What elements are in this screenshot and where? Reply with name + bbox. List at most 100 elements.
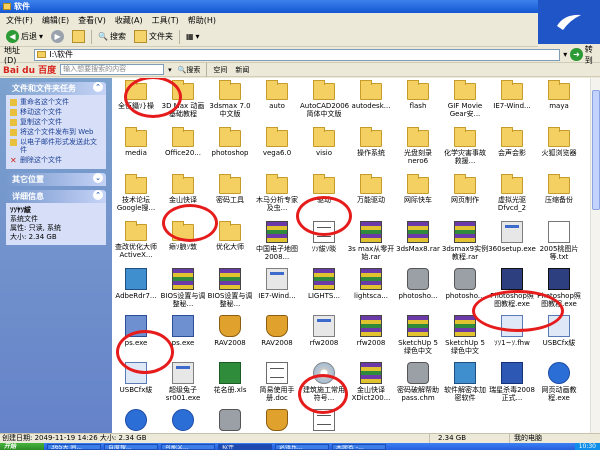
file-item[interactable]: Office20... — [159, 127, 207, 157]
taskbar-button[interactable]: 可能文... — [161, 443, 215, 450]
file-item[interactable]: AdbeRdr7... — [112, 268, 160, 300]
file-item[interactable]: 密码工具 — [206, 174, 254, 204]
back-button[interactable]: ◀ 后退 ▾ — [4, 29, 45, 45]
file-item[interactable]: maya — [535, 80, 583, 110]
file-item[interactable]: 软件解密本加密软件 — [441, 362, 489, 402]
file-item[interactable]: auto — [253, 80, 301, 110]
file-item[interactable]: 3s max从零开始.rar — [347, 221, 395, 261]
file-item[interactable]: GIF Movie Gear安... — [441, 80, 489, 118]
address-input[interactable]: I:\软件 — [34, 48, 561, 61]
taskbar-button[interactable]: 百度搜... — [104, 443, 158, 450]
file-item[interactable]: 3dsmax9实例教程.rar — [441, 221, 489, 261]
file-item[interactable]: visio — [300, 127, 348, 157]
views-button[interactable]: ▦ ▾ — [184, 29, 202, 45]
file-item[interactable]: 360setup.exe — [488, 221, 536, 253]
forward-button[interactable]: ▶ — [49, 29, 66, 45]
baidu-search-button[interactable]: 🔍搜索 — [176, 65, 203, 75]
file-item[interactable]: AutoCAD2006 简体中文版 — [300, 80, 349, 118]
address-dropdown-icon[interactable]: ▾ — [563, 50, 567, 59]
file-item[interactable]: 化学灾害事故救援... — [441, 127, 489, 165]
file-item[interactable]: 3dsmax 7.0 中文版 — [206, 80, 254, 118]
menu-help[interactable]: 帮助(H) — [188, 15, 216, 26]
file-item[interactable]: 花名册.xls — [206, 362, 254, 394]
file-item[interactable]: 木马分析专家及虫... — [253, 174, 301, 212]
file-item[interactable]: RAV2008 — [253, 315, 301, 347]
menu-file[interactable]: 文件(F) — [6, 15, 33, 26]
menu-view[interactable]: 查看(V) — [78, 15, 106, 26]
file-item[interactable]: 网页动画教程.exe — [535, 362, 583, 402]
details-header[interactable]: 详细信息 ⌃ — [6, 190, 106, 203]
file-item[interactable]: 操作系统 — [347, 127, 395, 157]
task-item[interactable]: ✕ 删除这个文件 — [10, 156, 102, 165]
file-item[interactable]: 火狐浏览器 — [535, 127, 583, 157]
file-item[interactable]: 查改优化大师 ActiveX... — [112, 221, 160, 259]
file-item[interactable]: RAV2008 — [206, 315, 254, 347]
chevron-up-icon[interactable]: ⌃ — [93, 82, 103, 92]
baidu-space-button[interactable]: 空间 — [211, 65, 229, 75]
file-item[interactable]: 压缩备份 — [535, 174, 583, 204]
file-item[interactable]: lightsca... — [347, 268, 395, 300]
taskbar-button[interactable]: 未命名 -... — [332, 443, 386, 450]
scroll-thumb[interactable] — [592, 90, 600, 210]
menu-tools[interactable]: 工具(T) — [152, 15, 179, 26]
task-item[interactable]: 将这个文件发布到 Web — [10, 128, 102, 136]
file-item[interactable]: 光盘刻录nero6 — [394, 127, 442, 165]
file-item[interactable]: IE7-Wind... — [253, 268, 301, 300]
file-item[interactable]: 网页制作 — [441, 174, 489, 204]
menu-edit[interactable]: 编辑(E) — [42, 15, 69, 26]
file-item[interactable]: 虚拟光驱Dfvcd_2 — [488, 174, 536, 212]
file-item[interactable]: 超级兔子sr001.exe — [159, 362, 207, 402]
file-item[interactable]: 会声会影 — [488, 127, 536, 157]
file-item[interactable]: 网页制作zhi_gow... — [159, 409, 207, 433]
chevron-up-icon[interactable]: ⌃ — [93, 190, 103, 200]
file-item[interactable]: LIGHTS... — [300, 268, 348, 300]
file-tasks-header[interactable]: 文件和文件夹任务 ⌃ — [6, 82, 106, 95]
search-button[interactable]: 🔍 搜索 — [96, 29, 128, 45]
file-item[interactable]: SketchUp 5 绿色中文 — [394, 315, 442, 355]
file-item[interactable]: 密码破解帮助pass.chm — [394, 362, 442, 402]
menu-favorites[interactable]: 收藏(A) — [115, 15, 143, 26]
taskbar-button[interactable]: 365天 同... — [47, 443, 101, 450]
other-places-header[interactable]: 其它位置 ⌄ — [6, 173, 106, 186]
task-item[interactable]: 复制这个文件 — [10, 118, 102, 126]
file-item[interactable]: rfw2008 — [300, 315, 348, 347]
baidu-dropdown-icon[interactable]: ▾ — [168, 66, 172, 74]
shield-icon — [266, 409, 288, 431]
file-item[interactable]: rfw2008 — [347, 315, 395, 347]
up-button[interactable] — [70, 29, 87, 45]
file-item[interactable]: 金山快译 — [159, 174, 207, 204]
file-item[interactable]: 瑞星杀毒2008正式... — [488, 362, 536, 402]
taskbar-button-active[interactable]: 软件 — [218, 443, 272, 450]
file-item[interactable]: autodesk... — [347, 80, 395, 110]
file-item[interactable]: photosho... — [441, 268, 489, 300]
file-item[interactable]: 潍坊市公安局网站... — [206, 409, 254, 433]
taskbar-button[interactable]: 这张东... — [275, 443, 329, 450]
chevron-down-icon[interactable]: ⌄ — [93, 173, 103, 183]
task-item[interactable]: 重命名这个文件 — [10, 98, 102, 106]
file-item[interactable]: 技术论坛Google搜... — [112, 174, 160, 212]
file-item[interactable]: 迅雷Thunder5... — [253, 409, 301, 433]
baidu-news-button[interactable]: 新闻 — [233, 65, 251, 75]
file-item[interactable]: 中国电子地图2008... — [253, 221, 301, 261]
file-item[interactable]: photoshop — [206, 127, 254, 157]
file-item[interactable]: 2005桃图片等.txt — [535, 221, 583, 261]
file-item[interactable]: 万能驱动 — [347, 174, 395, 204]
vertical-scrollbar[interactable] — [590, 78, 600, 433]
task-item[interactable]: 以电子邮件形式发送此文件 — [10, 138, 102, 154]
baidu-search-input[interactable]: 输入想要搜索的内容 — [60, 64, 165, 75]
file-item[interactable]: 3dsMax8.rar — [394, 221, 442, 253]
file-item[interactable]: vega6.0 — [253, 127, 301, 157]
task-item[interactable]: 移动这个文件 — [10, 108, 102, 116]
file-item[interactable]: IE7-Wind... — [488, 80, 536, 110]
file-item[interactable]: BIOS设置与调整秘... — [159, 268, 207, 308]
file-item[interactable]: photosho... — [394, 268, 442, 300]
file-item[interactable]: 金山快译XDict200... — [347, 362, 395, 402]
file-item[interactable]: 简易使用手册.doc — [253, 362, 301, 402]
file-item[interactable]: 网际快车 — [394, 174, 442, 204]
folders-button[interactable]: 文件夹 — [132, 29, 175, 45]
file-item[interactable]: BIOS设置与调整秘... — [206, 268, 254, 308]
file-item[interactable]: media — [112, 127, 160, 157]
file-item[interactable]: 网页特效制作Rebeff... — [112, 409, 160, 433]
file-item[interactable]: flash — [394, 80, 442, 110]
start-button[interactable]: 开始 — [0, 443, 44, 450]
